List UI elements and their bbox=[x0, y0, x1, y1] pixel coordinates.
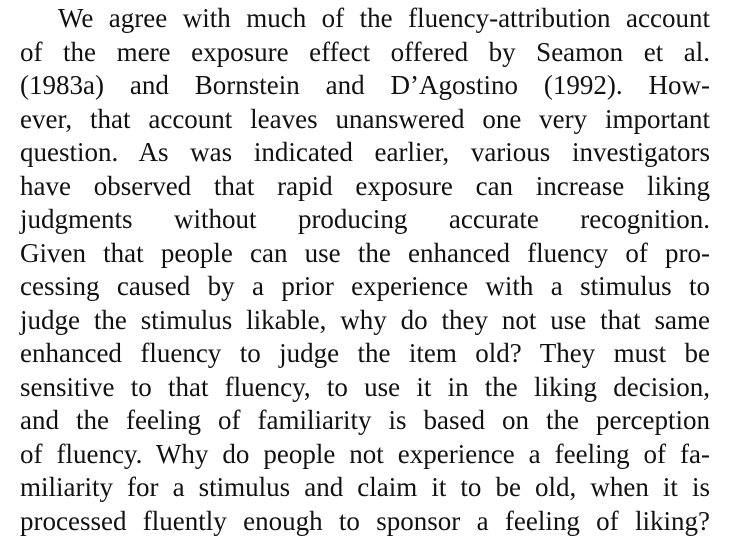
paragraph-line: ever, that account leaves unanswered one… bbox=[20, 103, 710, 134]
document-page: We agree with much of the fluency-attrib… bbox=[0, 0, 729, 538]
paragraph-line: judgments without producing accurate rec… bbox=[20, 204, 710, 234]
body-paragraph: We agree with much of the fluency-attrib… bbox=[20, 2, 710, 538]
paragraph-line: judge the stimulus likable, why do they … bbox=[20, 304, 710, 335]
paragraph-line: enhanced fluency to judge the item old? … bbox=[20, 338, 710, 368]
paragraph-line: of the mere exposure effect offered by S… bbox=[20, 36, 710, 67]
paragraph-line: (1983a) and Bornstein and D’Agostino (19… bbox=[20, 70, 710, 100]
paragraph-line: sensitive to that fluency, to use it in … bbox=[20, 371, 710, 402]
paragraph-line: have observed that rapid exposure can in… bbox=[20, 170, 710, 201]
paragraph-line: We agree with much of the fluency-attrib… bbox=[58, 3, 710, 33]
paragraph-line: processed fluently enough to sponsor a f… bbox=[20, 505, 710, 536]
paragraph-line: miliarity for a stimulus and claim it to… bbox=[20, 472, 710, 502]
paragraph-line: cessing caused by a prior experience wit… bbox=[20, 271, 710, 301]
paragraph-line: and the feeling of familiarity is based … bbox=[20, 405, 710, 435]
paragraph-line: question. As was indicated earlier, vari… bbox=[20, 137, 710, 167]
paragraph-line: Given that people can use the enhanced f… bbox=[20, 237, 710, 268]
paragraph-line: of fluency. Why do people not experience… bbox=[20, 438, 710, 469]
